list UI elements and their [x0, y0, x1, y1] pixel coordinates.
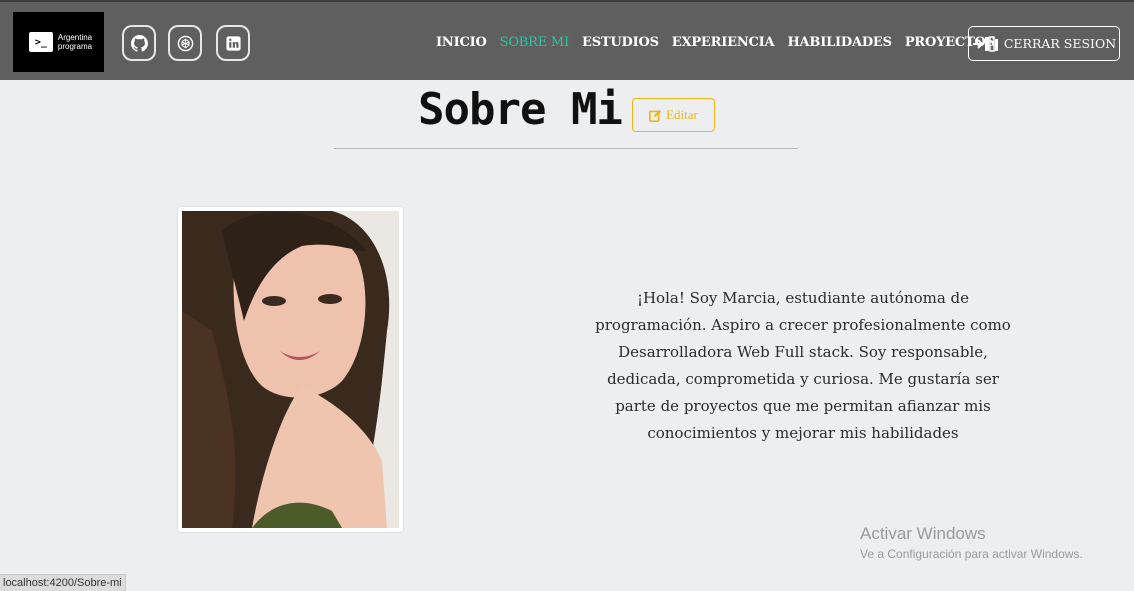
github-link[interactable]	[122, 25, 156, 61]
status-url: localhost:4200/Sobre-mi	[0, 574, 126, 591]
nav-item-habilidades[interactable]: HABILIDADES	[787, 35, 892, 50]
profile-photo-frame	[178, 207, 403, 532]
brand-text: Argentina programa	[58, 33, 92, 51]
nav-item-estudios[interactable]: ESTUDIOS	[582, 35, 659, 50]
codepen-icon	[177, 35, 193, 51]
nav-item-sobre-mi[interactable]: SOBRE MI	[500, 35, 570, 50]
about-line: parte de proyectos que me permitan afian…	[615, 397, 991, 415]
nav-links: INICIO SOBRE MI ESTUDIOS EXPERIENCIA HAB…	[436, 35, 995, 50]
edit-label: Editar	[666, 107, 698, 122]
portrait-illustration	[182, 211, 399, 528]
logout-icon	[972, 35, 998, 52]
logout-button[interactable]: CERRAR SESION	[968, 26, 1120, 61]
navbar: >_ Argentina programa INICIO SOBRE MI ES…	[0, 0, 1134, 80]
about-line: conocimientos y mejorar mis habilidades	[647, 424, 959, 442]
about-line: programación. Aspiro a crecer profesiona…	[595, 316, 1011, 334]
nav-item-inicio[interactable]: INICIO	[436, 35, 487, 50]
github-icon	[130, 34, 148, 52]
divider	[334, 148, 798, 149]
brand-logo[interactable]: >_ Argentina programa	[13, 12, 104, 72]
edit-button[interactable]: Editar	[632, 98, 715, 132]
brand-line-2: programa	[57, 42, 93, 51]
section-title: Sobre Mi	[418, 84, 623, 135]
about-line: dedicada, comprometida y curiosa. Me gus…	[607, 370, 999, 388]
page: >_ Argentina programa INICIO SOBRE MI ES…	[0, 0, 1134, 591]
logout-label: CERRAR SESION	[1003, 36, 1117, 51]
terminal-icon: >_	[28, 32, 53, 52]
codepen-link[interactable]	[168, 25, 202, 61]
windows-activation-title: Activar Windows	[860, 524, 986, 543]
linkedin-link[interactable]	[216, 25, 250, 61]
brand-line-1: Argentina	[57, 33, 93, 42]
about-line: ¡Hola! Soy Marcia, estudiante autónoma d…	[636, 289, 970, 307]
about-text: ¡Hola! Soy Marcia, estudiante autónoma d…	[578, 285, 1028, 447]
windows-activation-subtitle: Ve a Configuración para activar Windows.	[860, 547, 1083, 561]
edit-icon	[649, 109, 662, 122]
about-line: Desarrolladora Web Full stack. Soy respo…	[618, 343, 988, 361]
nav-item-experiencia[interactable]: EXPERIENCIA	[672, 35, 775, 50]
linkedin-icon	[225, 35, 241, 51]
profile-photo	[182, 211, 399, 528]
